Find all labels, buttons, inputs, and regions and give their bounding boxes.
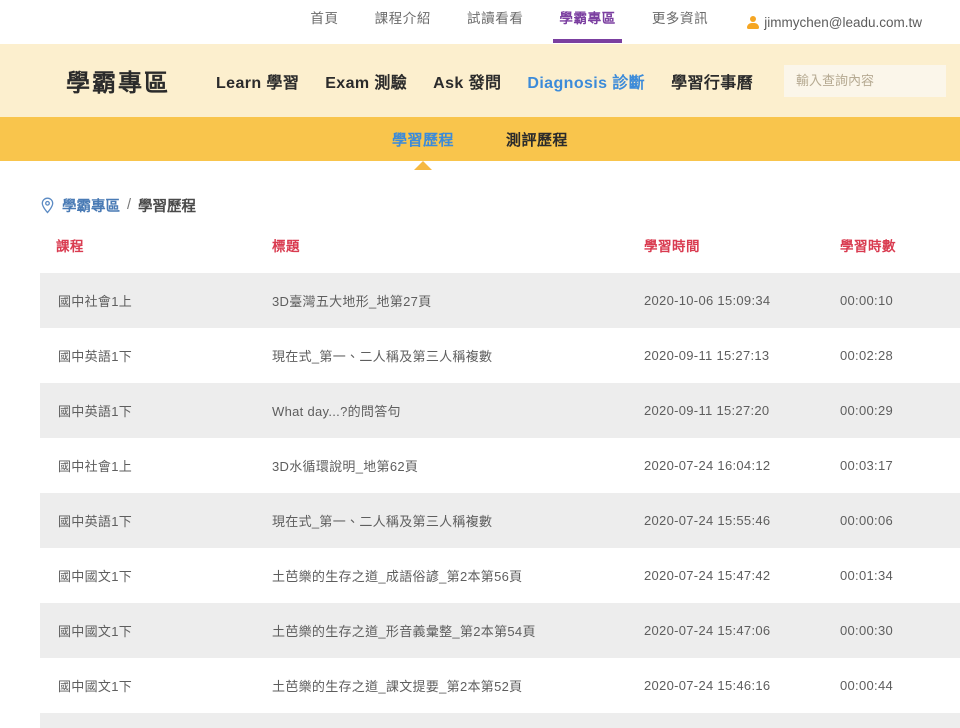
column-header-duration: 學習時數 — [840, 227, 960, 273]
cell-duration: 00:01:34 — [840, 548, 960, 603]
cell-title: What day...?的問答句 — [272, 383, 644, 438]
table-row[interactable]: 國中國文1下土芭樂的生存之道_課文提要_第2本第52頁2020-07-24 15… — [40, 658, 960, 713]
main-nav: Learn 學習 Exam 測驗 Ask 發問 Diagnosis 診斷 學習行… — [216, 69, 753, 93]
mainnav-item-ask[interactable]: Ask 發問 — [433, 69, 501, 93]
user-email: jimmychen@leadu.com.tw — [764, 13, 922, 33]
cell-time: 2020-07-24 15:47:06 — [644, 603, 840, 658]
location-pin-icon — [40, 197, 55, 214]
table-row[interactable]: 國中英語1下現在式_第一、二人稱及第三人稱複數2020-07-24 15:55:… — [40, 493, 960, 548]
cell-duration: 00:00:01 — [840, 713, 960, 728]
learning-history-table: 課程 標題 學習時間 學習時數 國中社會1上3D臺灣五大地形_地第27頁2020… — [40, 227, 960, 728]
cell-title: 3D水循環說明_地第62頁 — [272, 438, 644, 493]
table-header-row: 課程 標題 學習時間 學習時數 — [40, 227, 960, 273]
cell-time: 2020-07-24 16:04:12 — [644, 438, 840, 493]
breadcrumb-current: 學習歷程 — [138, 195, 196, 216]
table-row[interactable]: 國中社會1上3D水循環說明_地第62頁2020-07-24 16:04:1200… — [40, 438, 960, 493]
cell-title: 詢問天氣的說法_精選試題 — [272, 713, 644, 728]
table-row[interactable]: 國中社會1上3D臺灣五大地形_地第27頁2020-10-06 15:09:340… — [40, 273, 960, 328]
table-row[interactable]: 國中英語1下What day...?的問答句2020-09-11 15:27:2… — [40, 383, 960, 438]
breadcrumb-root[interactable]: 學霸專區 — [62, 195, 120, 216]
cell-time: 2020-07-24 15:47:42 — [644, 548, 840, 603]
cell-course: 國中國文1下 — [40, 658, 272, 713]
topnav-item-more-info[interactable]: 更多資訊 — [634, 0, 726, 36]
cell-course: 國中社會1上 — [40, 273, 272, 328]
mainnav-item-calendar[interactable]: 學習行事曆 — [671, 69, 753, 93]
breadcrumb-separator: / — [127, 197, 131, 213]
cell-duration: 00:03:17 — [840, 438, 960, 493]
cell-title: 土芭樂的生存之道_形音義彙整_第2本第54頁 — [272, 603, 644, 658]
cell-course: 國中英語1下 — [40, 493, 272, 548]
cell-duration: 00:00:29 — [840, 383, 960, 438]
cell-course: 國中國文1下 — [40, 548, 272, 603]
topnav-item-trial[interactable]: 試讀看看 — [449, 0, 541, 36]
cell-duration: 00:02:28 — [840, 328, 960, 383]
column-header-title: 標題 — [272, 227, 644, 273]
site-banner: 學霸專區 Learn 學習 Exam 測驗 Ask 發問 Diagnosis 診… — [0, 44, 960, 117]
table-row[interactable]: 國中國文1下土芭樂的生存之道_形音義彙整_第2本第54頁2020-07-24 1… — [40, 603, 960, 658]
cell-duration: 00:00:30 — [840, 603, 960, 658]
user-account-menu[interactable]: jimmychen@leadu.com.tw — [726, 0, 922, 36]
table-row[interactable]: 國中英語2上(108新綱)試讀詢問天氣的說法_精選試題2020-07-24 15… — [40, 713, 960, 728]
table-row[interactable]: 國中國文1下土芭樂的生存之道_成語俗諺_第2本第56頁2020-07-24 15… — [40, 548, 960, 603]
mainnav-item-learn[interactable]: Learn 學習 — [216, 69, 299, 93]
cell-title: 土芭樂的生存之道_課文提要_第2本第52頁 — [272, 658, 644, 713]
table-body: 國中社會1上3D臺灣五大地形_地第27頁2020-10-06 15:09:340… — [40, 273, 960, 728]
user-icon — [746, 16, 759, 30]
cell-title: 3D臺灣五大地形_地第27頁 — [272, 273, 644, 328]
cell-course: 國中英語1下 — [40, 328, 272, 383]
column-header-time: 學習時間 — [644, 227, 840, 273]
search-input[interactable] — [784, 65, 946, 97]
sub-nav: 學習歷程 測評歷程 — [0, 117, 960, 161]
cell-course: 國中英語2上(108新綱)試讀 — [40, 713, 272, 728]
cell-time: 2020-07-24 15:40:55 — [644, 713, 840, 728]
column-header-course: 課程 — [40, 227, 272, 273]
cell-time: 2020-10-06 15:09:34 — [644, 273, 840, 328]
cell-course: 國中英語1下 — [40, 383, 272, 438]
cell-duration: 00:00:44 — [840, 658, 960, 713]
cell-duration: 00:00:06 — [840, 493, 960, 548]
mainnav-item-diagnosis[interactable]: Diagnosis 診斷 — [527, 69, 645, 93]
subnav-item-learning-history[interactable]: 學習歷程 — [390, 125, 456, 154]
topnav-item-xueba[interactable]: 學霸專區 — [541, 0, 633, 36]
mainnav-item-exam[interactable]: Exam 測驗 — [325, 69, 407, 93]
cell-time: 2020-07-24 15:46:16 — [644, 658, 840, 713]
cell-course: 國中社會1上 — [40, 438, 272, 493]
table-head: 課程 標題 學習時間 學習時數 — [40, 227, 960, 273]
table-row[interactable]: 國中英語1下現在式_第一、二人稱及第三人稱複數2020-09-11 15:27:… — [40, 328, 960, 383]
cell-time: 2020-09-11 15:27:20 — [644, 383, 840, 438]
top-utility-nav: 首頁 課程介紹 試讀看看 學霸專區 更多資訊 jimmychen@leadu.c… — [0, 0, 960, 44]
topnav-item-courses[interactable]: 課程介紹 — [357, 0, 449, 36]
cell-title: 現在式_第一、二人稱及第三人稱複數 — [272, 493, 644, 548]
topnav-item-home[interactable]: 首頁 — [292, 0, 356, 36]
breadcrumb: 學霸專區 / 學習歷程 — [40, 183, 920, 227]
cell-title: 土芭樂的生存之道_成語俗諺_第2本第56頁 — [272, 548, 644, 603]
cell-time: 2020-09-11 15:27:13 — [644, 328, 840, 383]
subnav-item-assessment-history[interactable]: 測評歷程 — [504, 125, 570, 154]
cell-course: 國中國文1下 — [40, 603, 272, 658]
page-content: 學霸專區 / 學習歷程 課程 標題 學習時間 學習時數 國中社會1上3D臺灣五大… — [0, 183, 960, 728]
cell-time: 2020-07-24 15:55:46 — [644, 493, 840, 548]
brand-title[interactable]: 學霸專區 — [66, 63, 170, 98]
cell-title: 現在式_第一、二人稱及第三人稱複數 — [272, 328, 644, 383]
cell-duration: 00:00:10 — [840, 273, 960, 328]
top-nav-list: 首頁 課程介紹 試讀看看 學霸專區 更多資訊 jimmychen@leadu.c… — [292, 0, 922, 36]
